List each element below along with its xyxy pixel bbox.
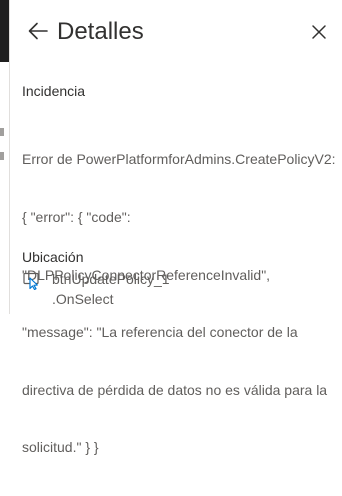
panel-header: Detalles <box>10 0 342 64</box>
panel-title: Detalles <box>57 18 144 45</box>
location-text: btnUpdatePolicy_1 .OnSelect <box>52 270 170 309</box>
location-label: Ubicación <box>22 249 84 265</box>
issue-message-line: solicitud." } } <box>22 439 99 456</box>
location-property-name: .OnSelect <box>52 290 114 307</box>
issue-message-line: Error de PowerPlatformforAdmins.CreatePo… <box>22 151 336 168</box>
background-tick <box>0 152 4 160</box>
control-cursor-icon <box>23 272 39 290</box>
close-button[interactable] <box>310 23 328 41</box>
issue-message-line: "message": "La referencia del conector d… <box>22 324 298 341</box>
location-link[interactable]: btnUpdatePolicy_1 .OnSelect <box>22 270 322 310</box>
background-tick <box>0 128 4 136</box>
location-section: Ubicación btnUpdatePolicy_1 .OnSelect <box>22 248 342 307</box>
close-icon <box>312 25 326 39</box>
issue-message-line: directiva de pérdida de datos no es váli… <box>22 381 328 398</box>
background-app-edge <box>0 0 10 314</box>
back-button[interactable] <box>27 19 49 43</box>
issue-message-line: { "error": { "code": <box>22 209 131 226</box>
details-panel: Detalles Incidencia Error de PowerPlatfo… <box>10 0 342 455</box>
location-control-name: btnUpdatePolicy_1 <box>52 271 170 287</box>
back-arrow-icon <box>28 22 48 40</box>
issue-label: Incidencia <box>22 83 86 99</box>
